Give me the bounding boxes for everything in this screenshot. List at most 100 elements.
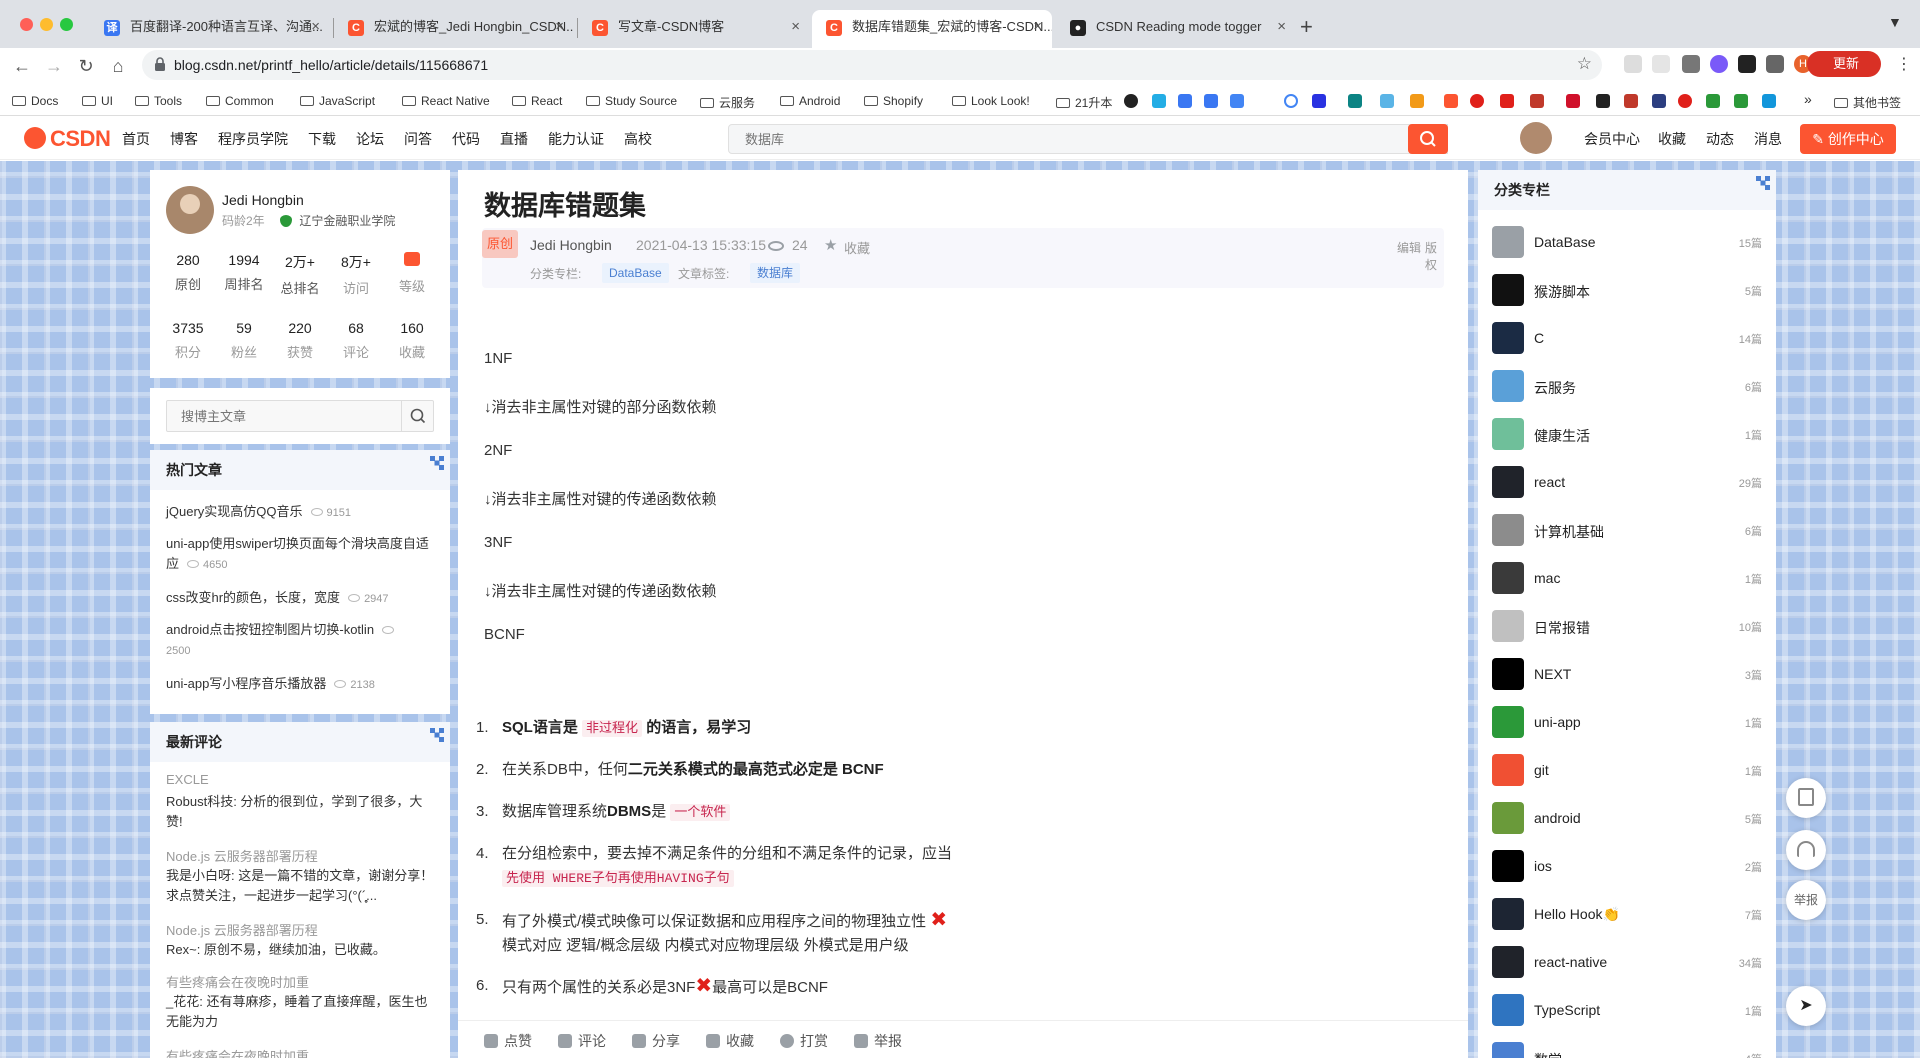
hot-article-item[interactable]: android点击按钮控制图片切换-kotlin 2500 [166,620,436,661]
like-button[interactable]: 点赞 [484,1031,532,1051]
collect-star-icon[interactable]: ★ [824,236,837,254]
stat-collections[interactable]: 160 收藏 [384,320,440,361]
activity-link[interactable]: 动态 [1706,129,1734,149]
copyright-link[interactable]: 版权 [1425,239,1444,273]
bookmark-icon[interactable] [1530,94,1544,108]
category-item[interactable]: mac 1篇 [1492,562,1762,594]
float-edit-button[interactable] [1786,778,1826,818]
stat-fans[interactable]: 59 粉丝 [216,320,272,361]
bookmark-icon[interactable] [1470,94,1484,108]
update-button[interactable]: 更新 [1807,51,1881,77]
user-avatar[interactable] [1520,122,1552,154]
hot-article-item[interactable]: uni-app使用swiper切换页面每个滑块高度自适应 4650 [166,534,436,575]
stat-comments[interactable]: 68 评论 [328,320,384,361]
category-item[interactable]: 数学 4篇 [1492,1042,1762,1058]
bookmark-folder[interactable]: UI [82,94,113,108]
nav-item-forum[interactable]: 论坛 [356,129,384,149]
category-item[interactable]: TypeScript 1篇 [1492,994,1762,1026]
nav-item-download[interactable]: 下载 [308,129,336,149]
category-item[interactable]: 计算机基础 6篇 [1492,514,1762,546]
favorites-link[interactable]: 收藏 [1658,129,1686,149]
nav-item-live[interactable]: 直播 [500,129,528,149]
member-center-link[interactable]: 会员中心 [1584,129,1640,149]
maximize-window-button[interactable] [60,18,73,31]
bilibili-bookmark-icon[interactable] [1152,94,1166,108]
baidu-bookmark-icon[interactable] [1312,94,1326,108]
nav-item-certification[interactable]: 能力认证 [548,129,604,149]
bookmark-icon[interactable] [1652,94,1666,108]
edit-link[interactable]: 编辑 [1397,239,1421,256]
category-item[interactable]: NEXT 3篇 [1492,658,1762,690]
bookmark-folder[interactable]: Docs [12,94,58,108]
home-icon[interactable]: ⌂ [106,56,130,77]
bookmark-folder[interactable]: 云服务 [700,94,755,111]
extension-icon[interactable] [1652,55,1670,73]
create-center-button[interactable]: ✎ 创作中心 [1800,124,1896,154]
tab-close-icon[interactable]: × [1033,10,1042,44]
stat-level[interactable]: 等级 [384,252,440,295]
csdn-logo[interactable]: CSDN [24,126,111,152]
minimize-window-button[interactable] [40,18,53,31]
extension-icon[interactable] [1682,55,1700,73]
bing-bookmark-icon[interactable] [1348,94,1362,108]
stat-original[interactable]: 280 原创 [160,252,216,293]
float-support-button[interactable] [1786,830,1826,870]
bookmark-icon[interactable] [1566,94,1580,108]
profile-avatar[interactable] [166,186,214,234]
blog-search-button[interactable] [401,401,433,431]
article-author[interactable]: Jedi Hongbin [530,237,612,253]
bookmark-icon[interactable] [1380,94,1394,108]
site-search-button[interactable] [1408,124,1448,154]
category-item[interactable]: DataBase 15篇 [1492,226,1762,258]
comment-button[interactable]: 评论 [558,1031,606,1051]
browser-menu-icon[interactable]: ⋮ [1896,54,1912,74]
nav-item-academy[interactable]: 程序员学院 [218,129,288,149]
category-item[interactable]: 日常报错 10篇 [1492,610,1762,642]
collect-button[interactable]: 收藏 [706,1031,754,1051]
reward-button[interactable]: 打赏 [780,1031,828,1051]
extension-icon[interactable] [1624,55,1642,73]
google-bookmark-icon[interactable] [1284,94,1298,108]
stat-total-rank[interactable]: 2万+ 总排名 [272,252,328,297]
category-item[interactable]: uni-app 1篇 [1492,706,1762,738]
translate-bookmark-icon[interactable] [1178,94,1192,108]
nav-item-university[interactable]: 高校 [624,129,652,149]
bookmark-icon[interactable] [1624,94,1638,108]
nav-item-home[interactable]: 首页 [122,129,150,149]
category-item[interactable]: react 29篇 [1492,466,1762,498]
bookmark-folder[interactable]: Look Look! [952,94,1030,108]
tab-close-icon[interactable]: × [555,10,564,44]
browser-tab[interactable]: C 宏斌的博客_Jedi Hongbin_CSDN... × [334,10,574,48]
nav-item-code[interactable]: 代码 [452,129,480,149]
browser-tab[interactable]: ● CSDN Reading mode togger × [1056,10,1296,48]
bookmarks-overflow-chevron-icon[interactable]: » [1804,91,1812,107]
comment-article-link[interactable]: EXCLE [166,772,209,787]
browser-tab[interactable]: 译 百度翻译-200种语言互译、沟通... × [90,10,330,48]
hot-article-item[interactable]: jQuery实现高仿QQ音乐 9151 [166,502,436,523]
close-window-button[interactable] [20,18,33,31]
tab-search-chevron-icon[interactable]: ▼ [1888,14,1902,30]
messages-link[interactable]: 消息 [1754,129,1782,149]
github-bookmark-icon[interactable] [1124,94,1138,108]
bookmark-folder[interactable]: Tools [135,94,182,108]
category-item[interactable]: 健康生活 1篇 [1492,418,1762,450]
stat-points[interactable]: 3735 积分 [160,320,216,361]
article-tag[interactable]: 数据库 [750,263,801,283]
tab-close-icon[interactable]: × [311,10,320,44]
bookmark-folder[interactable]: JavaScript [300,94,375,108]
stat-week-rank[interactable]: 1994 周排名 [216,252,272,293]
profile-name[interactable]: Jedi Hongbin [222,192,304,208]
float-report-button[interactable]: 举报 [1786,880,1826,920]
bookmark-folder[interactable]: Common [206,94,274,108]
bookmark-folder[interactable]: React Native [402,94,490,108]
bookmark-star-icon[interactable]: ☆ [1577,54,1592,74]
browser-tab-active[interactable]: C 数据库错题集_宏斌的博客-CSDN... × [812,10,1052,48]
category-item[interactable]: 云服务 6篇 [1492,370,1762,402]
stat-visits[interactable]: 8万+ 访问 [328,252,384,297]
bookmark-icon[interactable] [1762,94,1776,108]
share-button[interactable]: 分享 [632,1031,680,1051]
bookmark-folder[interactable]: Shopify [864,94,923,108]
bookmark-icon[interactable] [1596,94,1610,108]
site-search-input[interactable] [729,125,1369,153]
comment-article-link[interactable]: 有些疼痛会在夜晚时加重 [166,972,309,991]
